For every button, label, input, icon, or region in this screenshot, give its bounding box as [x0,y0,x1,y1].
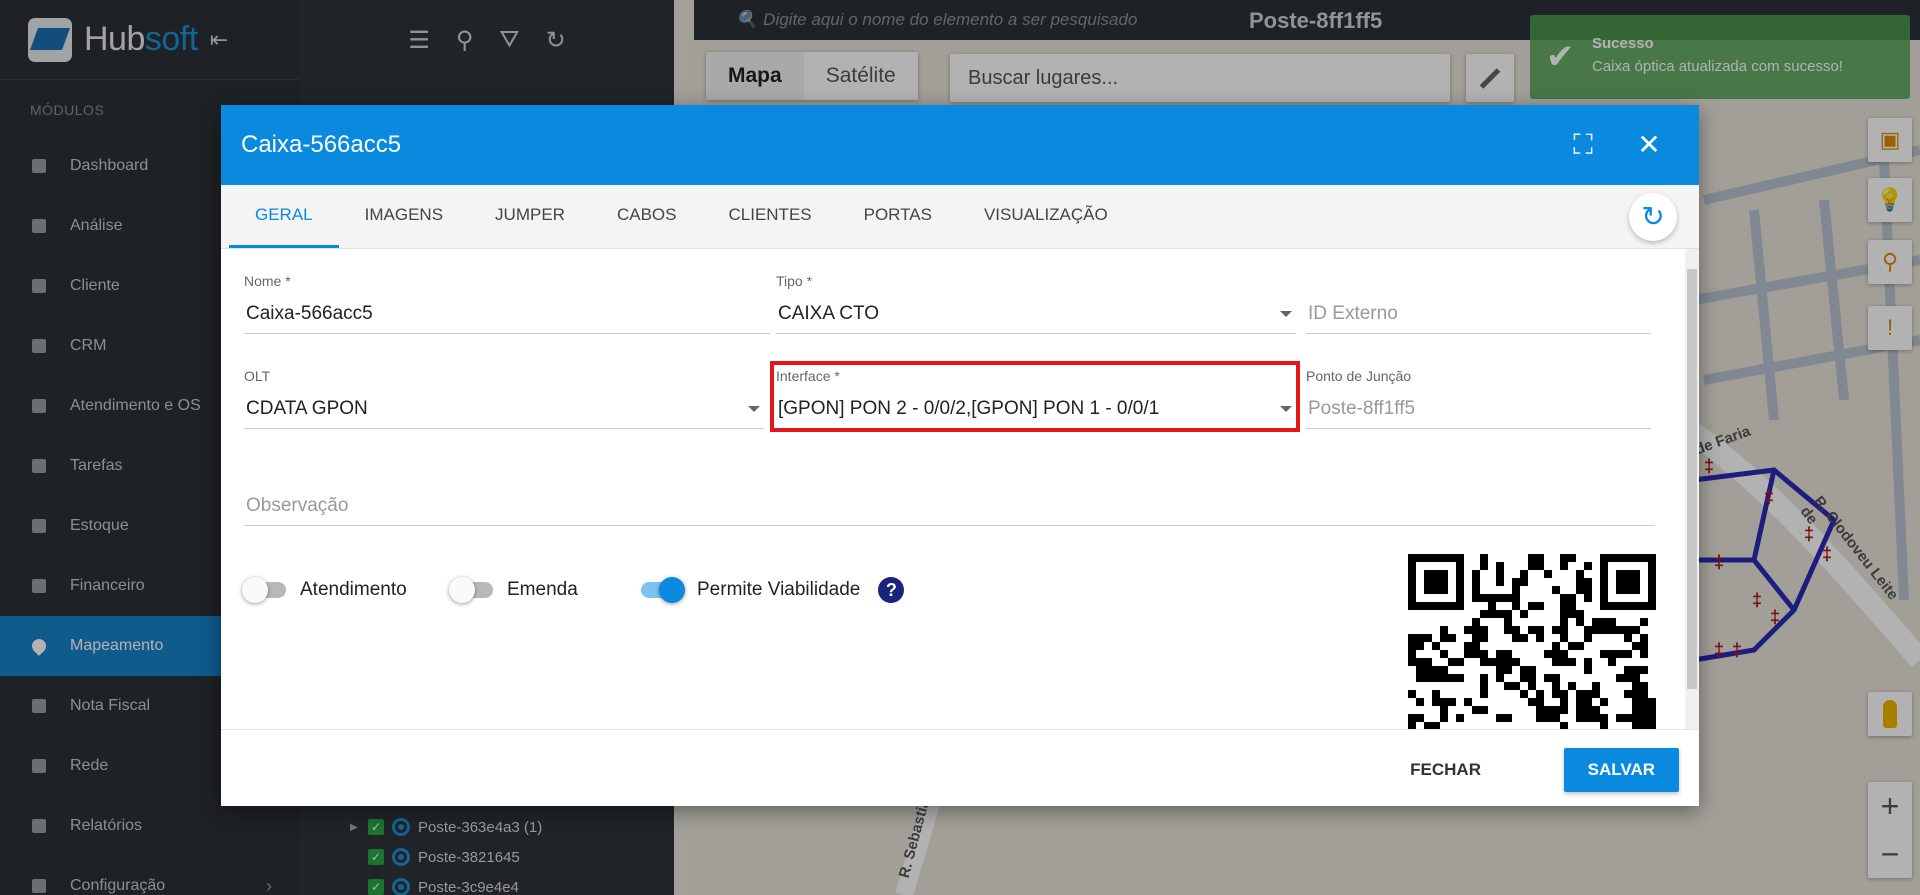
viabilidade-toggle[interactable]: Permite Viabilidade ? [641,577,905,603]
nome-label: Nome * [244,273,291,289]
refresh-icon[interactable]: ↻ [1629,193,1677,241]
tab-jumper[interactable]: JUMPER [469,185,591,248]
tab-clientes[interactable]: CLIENTES [702,185,837,248]
juncao-input: Poste-8ff1ff5 [1306,386,1651,429]
olt-label: OLT [244,368,271,384]
close-icon[interactable]: ✕ [1631,127,1667,163]
atendimento-label: Atendimento [300,579,407,600]
fullscreen-icon[interactable]: ⛶ [1565,127,1601,163]
form-scrollbar[interactable] [1685,249,1699,729]
tipo-label: Tipo * [776,273,813,289]
interface-highlight-box [770,361,1300,432]
id-externo-input[interactable]: ID Externo [1306,291,1651,334]
qr-code-image [1408,554,1656,729]
close-button[interactable]: FECHAR [1392,748,1499,792]
olt-select[interactable]: CDATA GPON [244,386,764,429]
tipo-field: Tipo * CAIXA CTO [776,273,1296,334]
tab-cabos[interactable]: CABOS [591,185,703,248]
help-icon[interactable]: ? [878,577,905,603]
tab-visualização[interactable]: VISUALIZAÇÃO [958,185,1134,248]
save-button[interactable]: SALVAR [1563,748,1679,792]
viabilidade-switch[interactable] [641,577,685,603]
chevron-down-icon [1280,311,1292,317]
olt-field: OLT CDATA GPON [244,368,764,429]
tab-geral[interactable]: GERAL [229,185,339,248]
nome-field: Nome * Caixa-566acc5 [244,273,770,334]
viabilidade-label: Permite Viabilidade [697,579,861,600]
observacao-field: Observação [244,481,1655,526]
nome-input[interactable]: Caixa-566acc5 [244,291,770,334]
atendimento-toggle[interactable]: Atendimento [242,577,407,603]
atendimento-switch[interactable] [242,577,286,603]
id-externo-field: ID Externo [1306,273,1651,334]
qr-code [1408,554,1660,729]
tab-portas[interactable]: PORTAS [838,185,958,248]
dialog-title: Caixa-566acc5 [241,131,402,158]
dialog-footer: FECHAR SALVAR [221,729,1699,806]
observacao-input[interactable]: Observação [244,483,1655,526]
juncao-field: Ponto de Junção Poste-8ff1ff5 [1306,368,1651,429]
juncao-label: Ponto de Junção [1306,368,1412,384]
edit-box-dialog: Caixa-566acc5 ⛶ ✕ GERAL IMAGENS JUMPER CABO… [221,105,1699,806]
chevron-down-icon [748,406,760,412]
emenda-label: Emenda [507,579,578,600]
dialog-header: Caixa-566acc5 ⛶ ✕ [221,105,1699,185]
general-form: Nome * Caixa-566acc5 Tipo * CAIXA CTO ID… [221,249,1699,729]
tipo-select[interactable]: CAIXA CTO [776,291,1296,334]
tab-imagens[interactable]: IMAGENS [339,185,469,248]
emenda-toggle[interactable]: Emenda [449,577,578,603]
emenda-switch[interactable] [449,577,493,603]
dialog-tabs: GERAL IMAGENS JUMPER CABOS CLIENTES PORTAS VIS… [221,185,1699,249]
